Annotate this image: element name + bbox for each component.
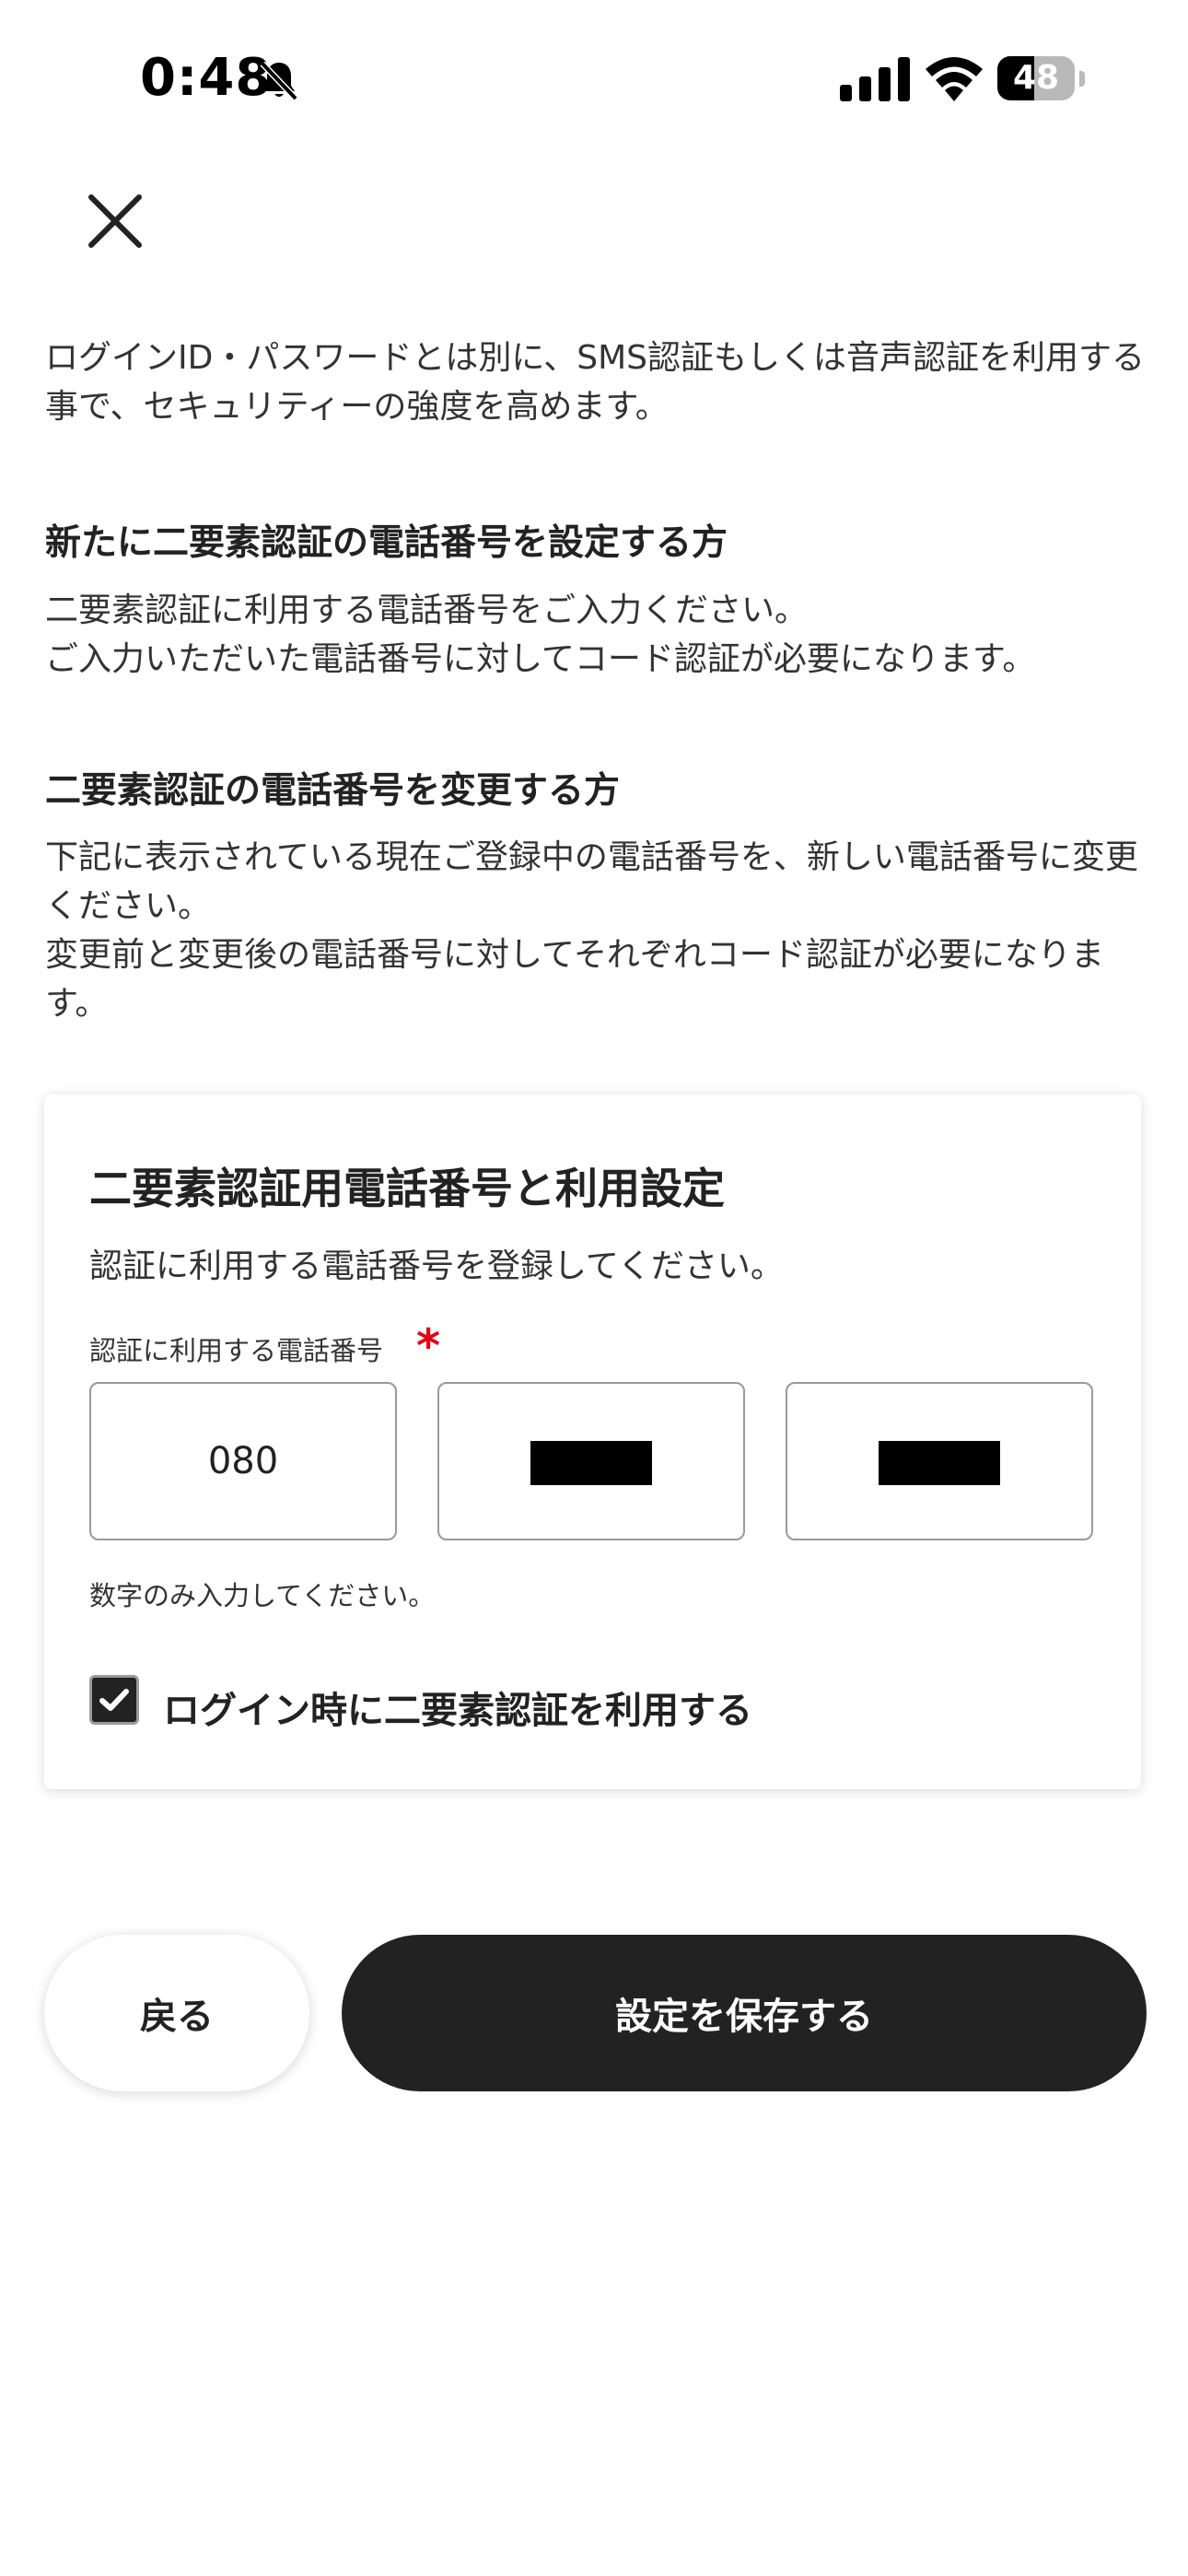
redacted-block	[879, 1441, 1000, 1485]
back-button[interactable]: 戻る	[44, 1935, 309, 2091]
card-title: 二要素認証用電話番号と利用設定	[89, 1164, 725, 1213]
phone-field-3[interactable]	[786, 1382, 1093, 1540]
section-body-new: 二要素認証に利用する電話番号をご入力ください。 ご入力いただいた電話番号に対して…	[45, 586, 1146, 684]
cellular-signal-icon	[840, 57, 910, 101]
intro-text: ログインID・パスワードとは別に、SMS認証もしくは音声認証を利用する事で、セキ…	[45, 339, 1146, 426]
card-description: 認証に利用する電話番号を登録してください。	[89, 1247, 784, 1285]
status-time: 0:48	[140, 48, 273, 108]
close-icon	[88, 194, 142, 248]
phone-input-1[interactable]	[91, 1384, 395, 1539]
checkmark-icon	[99, 1689, 129, 1711]
bell-slash-icon	[260, 61, 298, 101]
phone-field-1[interactable]	[89, 1382, 397, 1540]
status-bar: 0:48 48	[0, 0, 1188, 157]
required-mark: *	[416, 1319, 441, 1373]
wifi-icon	[926, 57, 983, 101]
section-body-line: ご入力いただいた電話番号に対してコード認証が必要になります。	[45, 640, 1036, 678]
section-heading-new: 新たに二要素認証の電話番号を設定する方	[45, 522, 728, 564]
two-factor-checkbox[interactable]	[89, 1675, 139, 1725]
close-button[interactable]	[78, 184, 152, 258]
save-button[interactable]: 設定を保存する	[342, 1935, 1147, 2091]
section-body-change: 下記に表示されている現在ご登録中の電話番号を、新しい電話番号に変更ください。 変…	[45, 833, 1146, 1028]
section-body-line: 変更前と変更後の電話番号に対してそれぞれコード認証が必要になります。	[45, 936, 1104, 1023]
section-body-line: 下記に表示されている現在ご登録中の電話番号を、新しい電話番号に変更ください。	[45, 838, 1138, 925]
battery-icon: 48	[997, 56, 1085, 100]
phone-settings-card: 二要素認証用電話番号と利用設定 認証に利用する電話番号を登録してください。 認証…	[44, 1095, 1141, 1789]
phone-field-hint: 数字のみ入力してください。	[89, 1580, 436, 1611]
section-body-line: 二要素認証に利用する電話番号をご入力ください。	[45, 591, 809, 629]
redacted-block	[530, 1441, 652, 1485]
battery-level: 48	[1012, 59, 1060, 97]
two-factor-checkbox-label[interactable]: ログイン時に二要素認証を利用する	[163, 1680, 752, 1734]
section-heading-change: 二要素認証の電話番号を変更する方	[45, 770, 621, 812]
phone-field-2[interactable]	[437, 1382, 745, 1540]
phone-field-label: 認証に利用する電話番号	[89, 1335, 384, 1366]
